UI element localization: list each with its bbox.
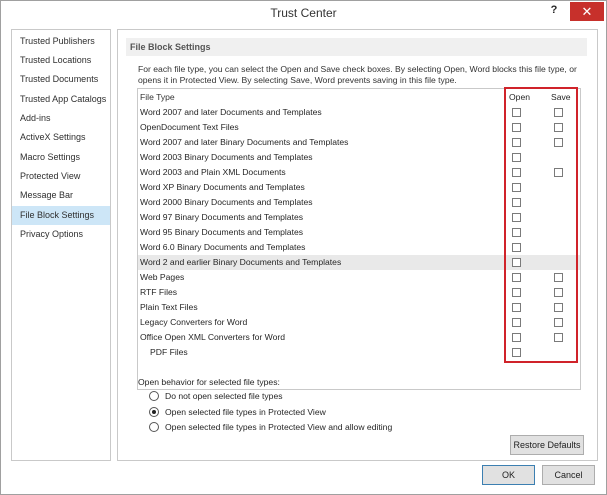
sidebar-item-trusted-locations[interactable]: Trusted Locations [12,51,110,70]
save-checkbox[interactable] [554,318,563,327]
radio-button-selected[interactable] [149,407,159,417]
open-behavior-label: Open behavior for selected file types: [138,377,280,387]
close-button[interactable]: ✕ [570,2,604,21]
open-checkbox[interactable] [512,153,521,162]
table-row: OpenDocument Text Files [138,120,580,135]
section-title: File Block Settings [126,38,587,56]
open-checkbox[interactable] [512,213,521,222]
file-type-label: Word 2000 Binary Documents and Templates [140,197,313,207]
table-row: Word 2007 and later Documents and Templa… [138,105,580,120]
file-type-label: Word 6.0 Binary Documents and Templates [140,242,306,252]
open-checkbox[interactable] [512,183,521,192]
file-type-label: PDF Files [150,347,188,357]
dialog-title: Trust Center [270,6,337,20]
table-row: Word 2007 and later Binary Documents and… [138,135,580,150]
save-checkbox[interactable] [554,288,563,297]
save-column-header: Save [551,92,571,102]
file-type-label: Word 2007 and later Binary Documents and… [140,137,349,147]
radio-label: Open selected file types in Protected Vi… [165,422,393,432]
file-type-header: File Type [140,92,175,102]
file-type-label: Word 2007 and later Documents and Templa… [140,107,322,117]
open-checkbox[interactable] [512,303,521,312]
sidebar-item-activex-settings[interactable]: ActiveX Settings [12,128,110,147]
file-type-label: RTF Files [140,287,178,297]
save-checkbox[interactable] [554,333,563,342]
table-row: Word 6.0 Binary Documents and Templates [138,240,580,255]
description: For each file type, you can select the O… [138,64,588,86]
file-type-label: Word 97 Binary Documents and Templates [140,212,304,222]
sidebar-item-protected-view[interactable]: Protected View [12,167,110,186]
sidebar-item-macro-settings[interactable]: Macro Settings [12,148,110,167]
open-checkbox[interactable] [512,123,521,132]
sidebar-item-trusted-app-catalogs[interactable]: Trusted App Catalogs [12,90,110,109]
restore-defaults-button[interactable]: Restore Defaults [510,435,584,455]
table-row: Plain Text Files [138,300,580,315]
description-line: For each file type, you can select the O… [138,64,577,74]
ok-button[interactable]: OK [482,465,535,485]
open-checkbox[interactable] [512,138,521,147]
file-type-table: File Type Open Save Word 2007 and later … [137,88,581,390]
table-row: RTF Files [138,285,580,300]
save-checkbox[interactable] [554,303,563,312]
sidebar-item-add-ins[interactable]: Add-ins [12,109,110,128]
open-checkbox[interactable] [512,228,521,237]
open-checkbox[interactable] [512,333,521,342]
sidebar: Trusted Publishers Trusted Locations Tru… [11,29,111,461]
table-row: Word 2003 Binary Documents and Templates [138,150,580,165]
table-row: Word 2003 and Plain XML Documents [138,165,580,180]
file-type-label: Word 2 and earlier Binary Documents and … [140,257,342,267]
file-type-label: Word 2003 Binary Documents and Templates [140,152,313,162]
title-bar: Trust Center ? ✕ [1,1,606,25]
file-type-label: Web Pages [140,272,185,282]
sidebar-item-privacy-options[interactable]: Privacy Options [12,225,110,244]
trust-center-dialog: Trust Center ? ✕ Trusted Publishers Trus… [0,0,607,495]
table-row: Word 97 Binary Documents and Templates [138,210,580,225]
save-checkbox[interactable] [554,273,563,282]
open-checkbox[interactable] [512,258,521,267]
file-type-label: Word 2003 and Plain XML Documents [140,167,286,177]
help-button[interactable]: ? [546,4,562,20]
open-checkbox[interactable] [512,318,521,327]
table-row: Legacy Converters for Word [138,315,580,330]
sidebar-item-trusted-publishers[interactable]: Trusted Publishers [12,32,110,51]
open-checkbox[interactable] [512,243,521,252]
table-row[interactable]: Word 2 and earlier Binary Documents and … [138,255,580,270]
open-checkbox[interactable] [512,198,521,207]
sidebar-item-trusted-documents[interactable]: Trusted Documents [12,70,110,89]
file-type-label: Word 95 Binary Documents and Templates [140,227,304,237]
open-checkbox[interactable] [512,273,521,282]
sidebar-item-file-block-settings[interactable]: File Block Settings [12,206,110,225]
save-checkbox[interactable] [554,168,563,177]
radio-label: Do not open selected file types [165,391,283,401]
save-checkbox[interactable] [554,108,563,117]
radio-button[interactable] [149,391,159,401]
table-row: Word XP Binary Documents and Templates [138,180,580,195]
main-panel: File Block Settings For each file type, … [117,29,598,461]
file-type-label: Word XP Binary Documents and Templates [140,182,305,192]
table-header: File Type Open Save [138,90,580,105]
sidebar-item-message-bar[interactable]: Message Bar [12,186,110,205]
description-line: opens it in Protected View. By selecting… [138,75,457,85]
save-checkbox[interactable] [554,123,563,132]
open-checkbox[interactable] [512,168,521,177]
open-column-header: Open [509,92,531,102]
radio-button[interactable] [149,422,159,432]
table-row: Web Pages [138,270,580,285]
file-type-label: OpenDocument Text Files [140,122,239,132]
table-row: Word 2000 Binary Documents and Templates [138,195,580,210]
save-checkbox[interactable] [554,138,563,147]
radio-label: Open selected file types in Protected Vi… [165,407,326,417]
file-type-label: Plain Text Files [140,302,198,312]
open-checkbox[interactable] [512,288,521,297]
open-checkbox[interactable] [512,108,521,117]
close-icon: ✕ [581,4,593,19]
file-type-label: Legacy Converters for Word [140,317,248,327]
table-row: Office Open XML Converters for Word [138,330,580,345]
table-row: PDF Files [138,345,580,360]
file-type-label: Office Open XML Converters for Word [140,332,286,342]
table-row: Word 95 Binary Documents and Templates [138,225,580,240]
cancel-button[interactable]: Cancel [542,465,595,485]
open-checkbox[interactable] [512,348,521,357]
